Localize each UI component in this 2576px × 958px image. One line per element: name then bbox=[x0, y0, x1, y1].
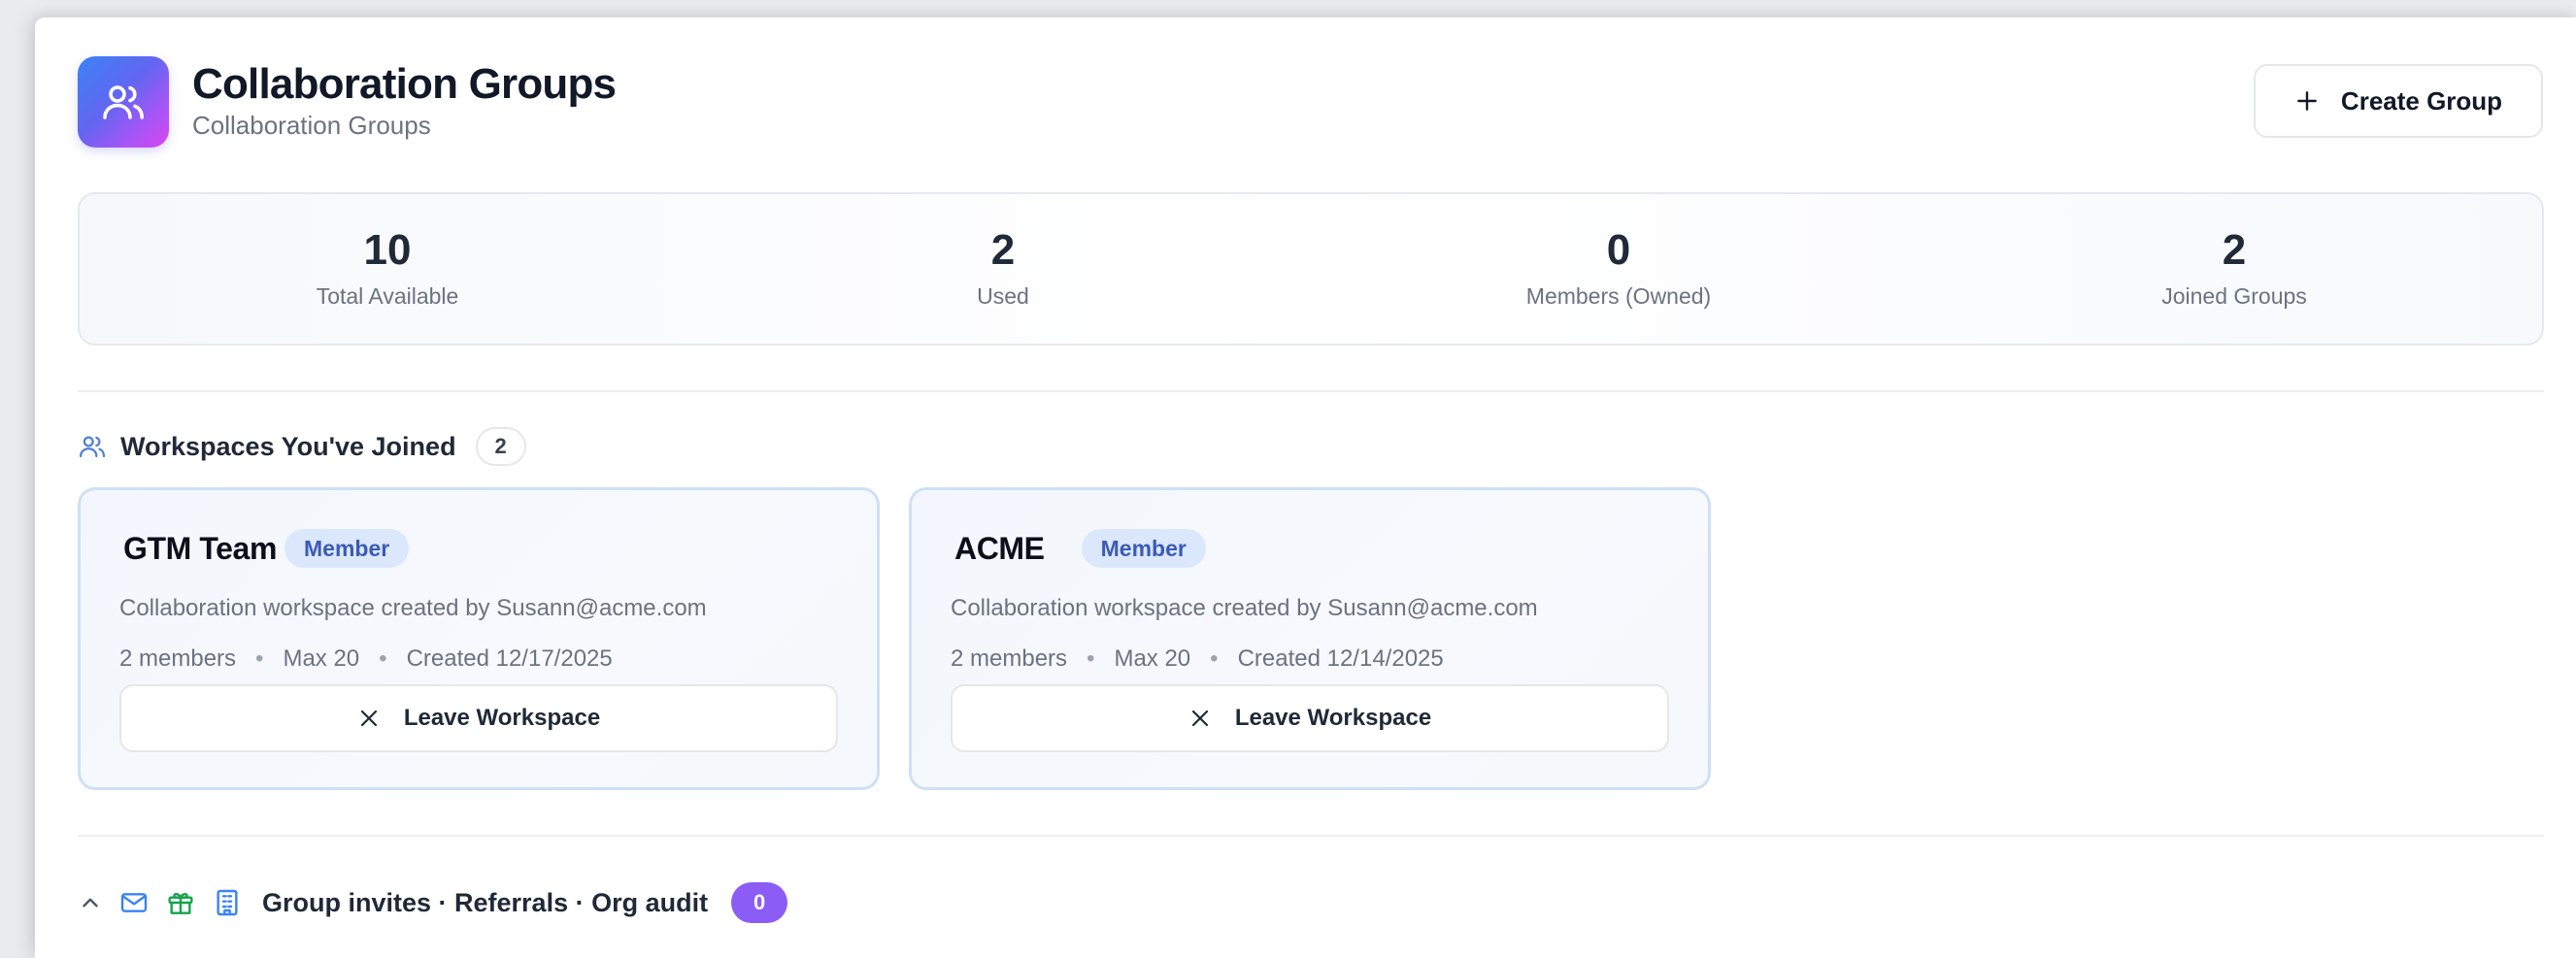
close-icon bbox=[357, 707, 381, 730]
workspace-name-row: GTM Team Member bbox=[123, 529, 410, 568]
workspace-description: Collaboration workspace created by Susan… bbox=[119, 595, 707, 621]
stats-bar: 10 Total Available 2 Used 0 Members (Own… bbox=[78, 192, 2544, 346]
joined-count-badge: 2 bbox=[475, 427, 526, 466]
chevron-up-icon[interactable] bbox=[78, 890, 103, 915]
workspace-name: GTM Team bbox=[123, 530, 278, 566]
page-title: Collaboration Groups bbox=[192, 60, 617, 108]
workspace-name: ACME bbox=[954, 530, 1045, 566]
stat-total-available: 10 Total Available bbox=[80, 194, 695, 344]
mail-icon bbox=[118, 887, 150, 918]
invites-count-badge: 0 bbox=[731, 882, 788, 923]
gift-icon bbox=[165, 887, 196, 918]
workspace-meta: 2 members • Max 20 • Created 12/17/2025 bbox=[119, 645, 613, 673]
meta-separator: • bbox=[1087, 645, 1095, 672]
workspace-card: ACME Member Collaboration workspace crea… bbox=[909, 487, 1711, 790]
created-date: Created 12/17/2025 bbox=[406, 645, 613, 672]
stat-label: Used bbox=[977, 282, 1029, 309]
invites-section-toggle[interactable]: Group invites · Referrals · Org audit 0 bbox=[78, 881, 788, 924]
joined-section-title: Workspaces You've Joined bbox=[120, 431, 456, 461]
stat-value: 10 bbox=[363, 225, 412, 274]
collaboration-groups-panel: Collaboration Groups Collaboration Group… bbox=[35, 17, 2576, 958]
create-group-button[interactable]: Create Group bbox=[2254, 64, 2543, 138]
meta-separator: • bbox=[255, 645, 264, 672]
leave-workspace-label: Leave Workspace bbox=[403, 705, 601, 731]
invites-section-title: Group invites · Referrals · Org audit bbox=[262, 887, 709, 917]
workspace-name-row: ACME Member bbox=[954, 529, 1206, 568]
joined-section-header: Workspaces You've Joined 2 bbox=[78, 425, 526, 468]
divider bbox=[78, 835, 2544, 837]
users-icon bbox=[78, 56, 169, 148]
divider bbox=[78, 390, 2544, 392]
max-members: Max 20 bbox=[283, 645, 360, 672]
leave-workspace-button[interactable]: Leave Workspace bbox=[119, 684, 838, 752]
close-icon bbox=[1188, 707, 1212, 730]
workspace-description: Collaboration workspace created by Susan… bbox=[951, 595, 1538, 621]
stat-label: Joined Groups bbox=[2161, 282, 2307, 309]
stat-value: 2 bbox=[2222, 225, 2247, 274]
member-badge: Member bbox=[284, 529, 410, 568]
stat-members-owned: 0 Members (Owned) bbox=[1311, 194, 1926, 344]
leave-workspace-label: Leave Workspace bbox=[1234, 705, 1432, 731]
meta-separator: • bbox=[379, 645, 387, 672]
stat-joined-groups: 2 Joined Groups bbox=[1926, 194, 2542, 344]
users-icon bbox=[78, 432, 107, 461]
create-group-label: Create Group bbox=[2340, 85, 2503, 116]
workspace-meta: 2 members • Max 20 • Created 12/14/2025 bbox=[951, 645, 1444, 673]
created-date: Created 12/14/2025 bbox=[1237, 645, 1444, 672]
workspace-card: GTM Team Member Collaboration workspace … bbox=[78, 487, 880, 790]
member-count: 2 members bbox=[119, 645, 237, 672]
stat-value: 0 bbox=[1606, 225, 1631, 274]
stat-label: Total Available bbox=[316, 282, 459, 309]
stat-label: Members (Owned) bbox=[1525, 282, 1712, 309]
max-members: Max 20 bbox=[1114, 645, 1191, 672]
page-subtitle: Collaboration Groups bbox=[192, 111, 431, 140]
stat-used: 2 Used bbox=[695, 194, 1311, 344]
leave-workspace-button[interactable]: Leave Workspace bbox=[951, 684, 1669, 752]
building-icon bbox=[212, 887, 243, 918]
stat-value: 2 bbox=[990, 225, 1016, 274]
plus-icon bbox=[2294, 88, 2320, 114]
meta-separator: • bbox=[1210, 645, 1219, 672]
member-badge: Member bbox=[1081, 529, 1206, 568]
member-count: 2 members bbox=[951, 645, 1068, 672]
